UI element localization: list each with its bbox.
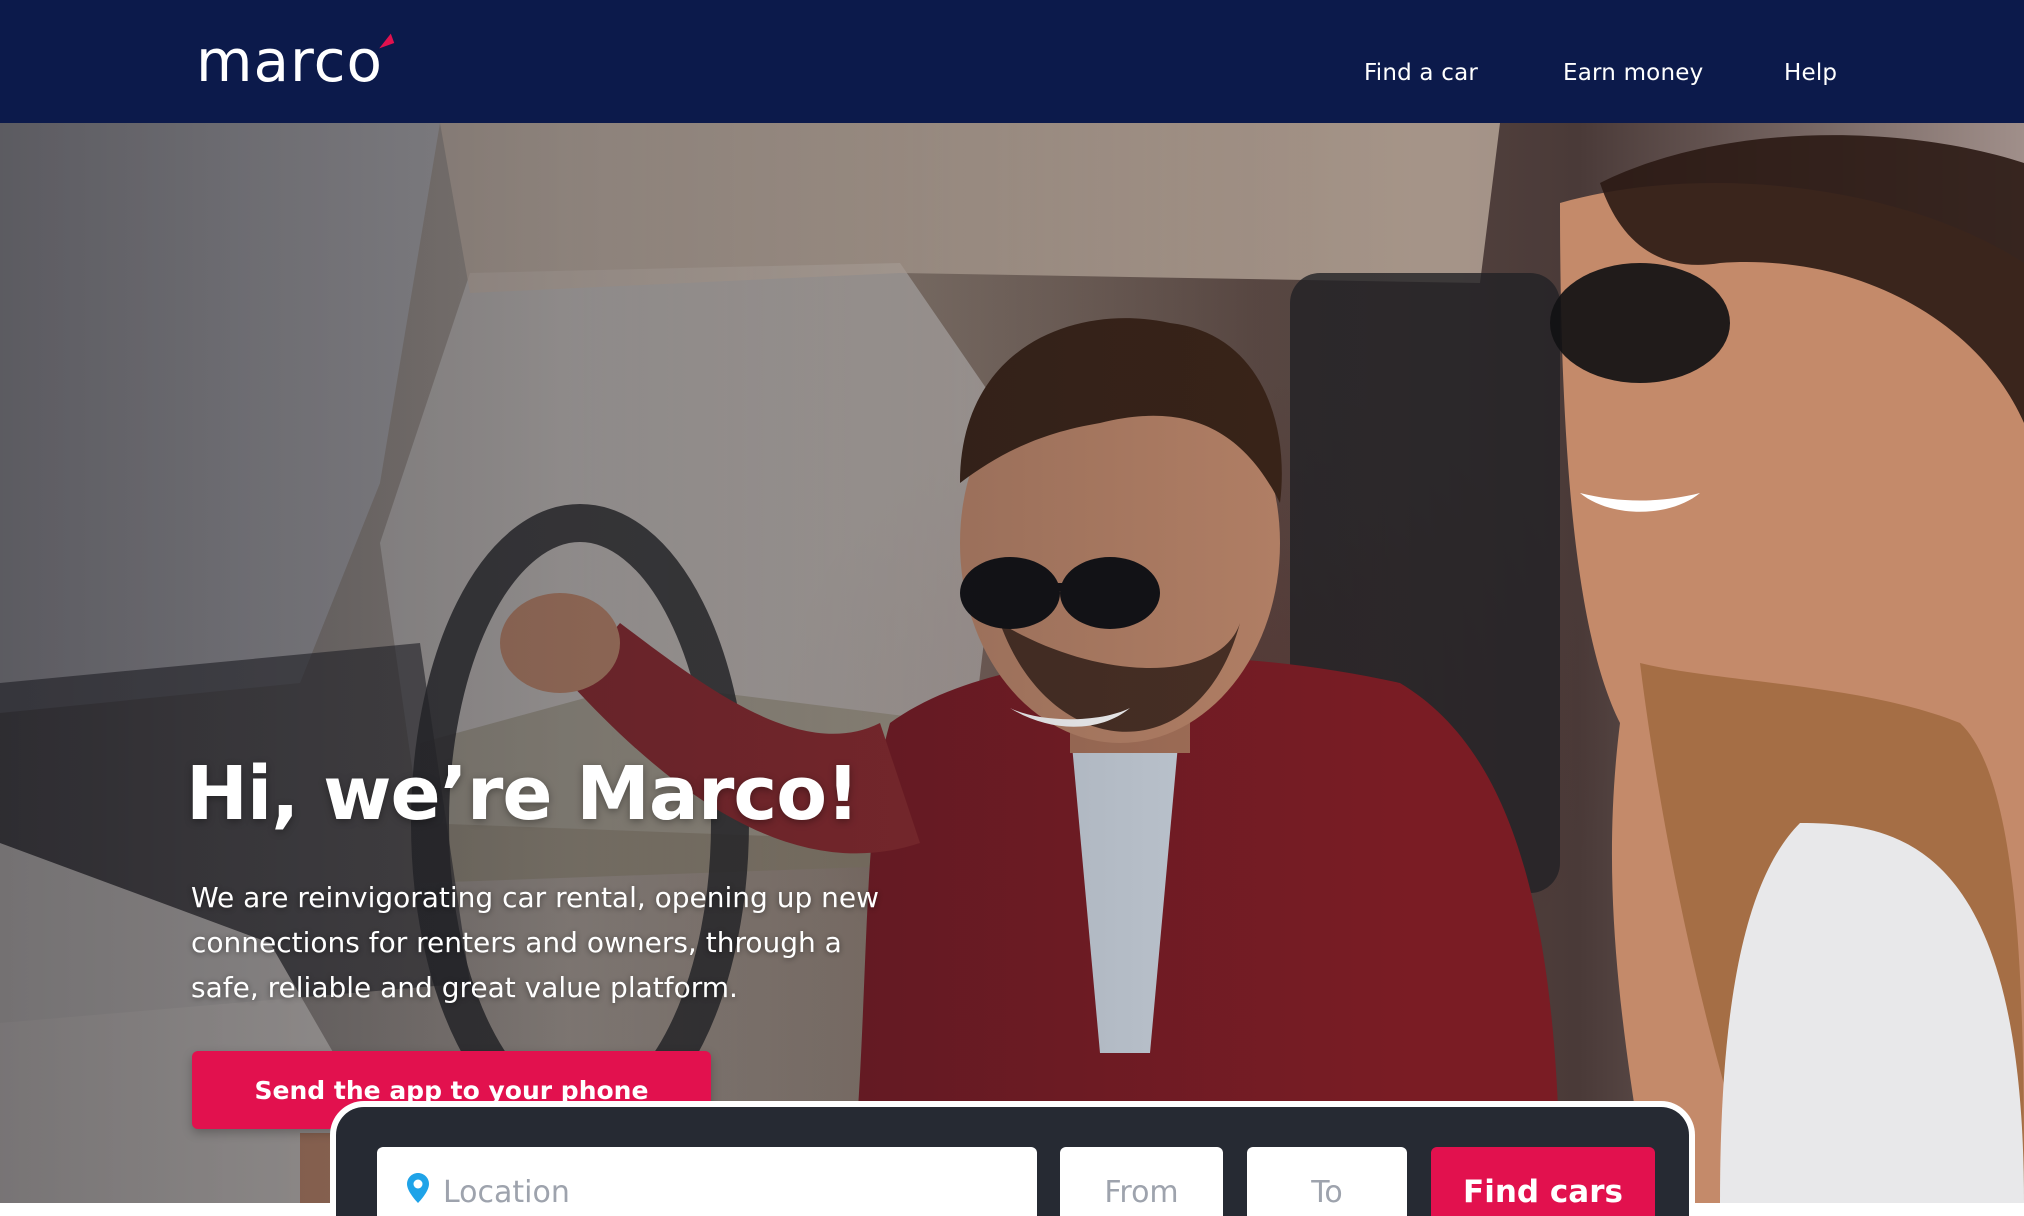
find-cars-button[interactable]: Find cars	[1431, 1147, 1655, 1216]
hero-overlay	[0, 123, 2024, 1203]
nav-help[interactable]: Help	[1784, 54, 1837, 92]
location-placeholder: Location	[443, 1174, 570, 1210]
search-panel: Location From To Find cars	[330, 1101, 1695, 1216]
nav-find-a-car[interactable]: Find a car	[1364, 54, 1514, 92]
marco-logo[interactable]: marco	[196, 27, 395, 95]
main-nav: Find a car Earn money Help	[1364, 54, 1837, 92]
nav-earn-money[interactable]: Earn money	[1563, 54, 1735, 92]
hero-section: Hi, we’re Marco! We are reinvigorating c…	[0, 123, 2024, 1203]
hero-title: Hi, we’re Marco!	[186, 751, 860, 837]
site-header: marco Find a car Earn money Help	[0, 0, 2024, 123]
hero-description: We are reinvigorating car rental, openin…	[191, 881, 880, 1004]
location-input[interactable]: Location	[377, 1147, 1037, 1216]
to-date-input[interactable]: To	[1247, 1147, 1407, 1216]
from-placeholder: From	[1104, 1174, 1179, 1210]
landing-page: marco Find a car Earn money Help Hi, we’…	[0, 0, 2024, 1216]
from-date-input[interactable]: From	[1060, 1147, 1223, 1216]
to-placeholder: To	[1311, 1174, 1343, 1210]
logo-text: marco	[196, 27, 383, 95]
map-pin-icon	[407, 1173, 429, 1203]
